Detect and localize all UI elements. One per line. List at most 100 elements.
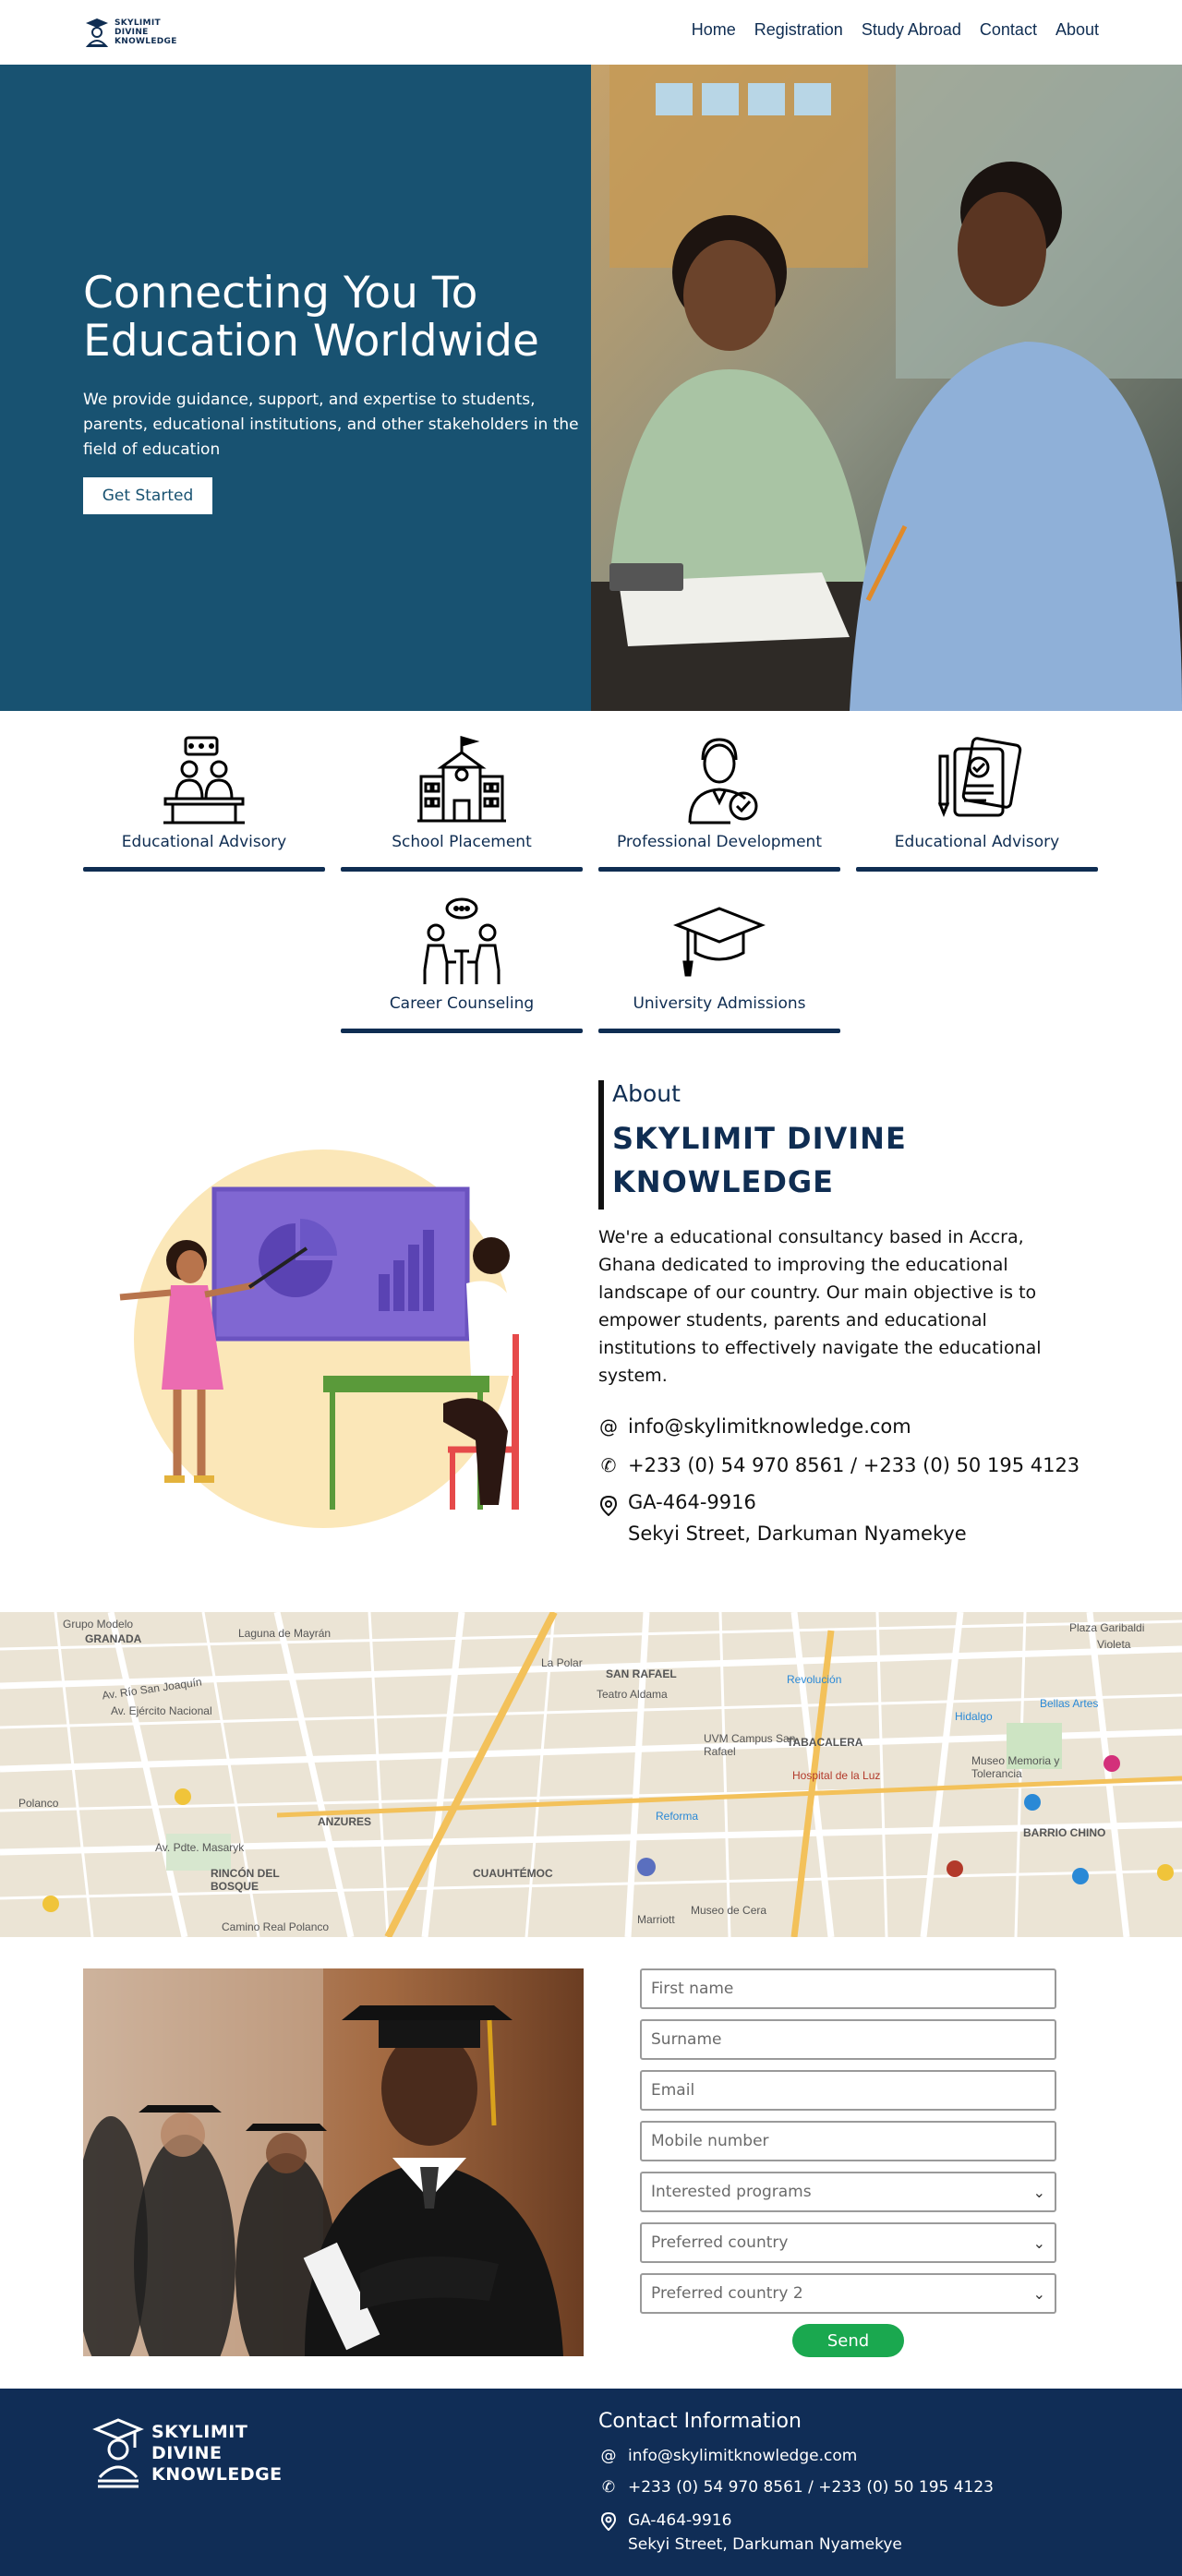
service-label: Educational Advisory (894, 833, 1060, 851)
service-university-admissions[interactable]: University Admissions (598, 896, 840, 1036)
preferred-country-select[interactable]: Preferred country ⌄ (640, 2222, 1056, 2263)
footer-phone[interactable]: ✆ +233 (0) 54 970 8561 / +233 (0) 50 195… (598, 2475, 994, 2499)
footer-address: GA-464-9916 Sekyi Street, Darkuman Nyame… (598, 2509, 902, 2557)
send-button[interactable]: Send (792, 2324, 904, 2357)
footer-address-line2: Sekyi Street, Darkuman Nyamekye (628, 2535, 902, 2554)
footer-email[interactable]: @ info@skylimitknowledge.com (598, 2444, 858, 2468)
map-label: SAN RAFAEL (606, 1667, 677, 1680)
about-phone-text: +233 (0) 54 970 8561 / +233 (0) 50 195 4… (628, 1454, 1080, 1476)
nav-about[interactable]: About (1055, 20, 1099, 40)
service-educational-advisory[interactable]: Educational Advisory (83, 734, 325, 874)
mobile-input[interactable] (651, 2132, 1045, 2150)
map-label: Av. Pdte. Masaryk (155, 1841, 245, 1854)
phone-icon: ✆ (600, 1454, 617, 1476)
nav-study-abroad[interactable]: Study Abroad (862, 20, 961, 40)
graduate-photo (83, 1968, 584, 2356)
about-title: SKYLIMIT DIVINE KNOWLEDGE (612, 1121, 907, 1199)
preferred-country-2-value: Preferred country 2 (651, 2284, 803, 2303)
site-footer: SKYLIMIT DIVINE KNOWLEDGE Contact Inform… (0, 2389, 1182, 2576)
email-field[interactable] (640, 2070, 1056, 2111)
service-underline (341, 1029, 583, 1033)
map-label: BARRIO CHINO (1023, 1826, 1106, 1839)
map-label: GRANADA (85, 1632, 142, 1645)
map-label: CUAUHTÉMOC (473, 1867, 553, 1880)
hero-section: Connecting You To Education Worldwide We… (0, 65, 1182, 711)
about-accent-bar (598, 1080, 604, 1210)
get-started-button[interactable]: Get Started (83, 477, 212, 514)
service-label: University Admissions (633, 994, 806, 1013)
interested-programs-select[interactable]: Interested programs ⌄ (640, 2172, 1056, 2212)
hero-title: Connecting You To Education Worldwide (83, 268, 539, 367)
nav-registration[interactable]: Registration (754, 20, 843, 40)
brand-logo[interactable]: SKYLIMIT DIVINE KNOWLEDGE (85, 13, 187, 52)
footer-brand-name: SKYLIMIT DIVINE KNOWLEDGE (151, 2421, 283, 2485)
surname-input[interactable] (651, 2030, 1045, 2049)
site-header: SKYLIMIT DIVINE KNOWLEDGE Home Registrat… (0, 0, 1182, 65)
map-label: Grupo Modelo (63, 1618, 134, 1631)
brand-name: SKYLIMIT DIVINE KNOWLEDGE (115, 18, 177, 46)
about-phone[interactable]: ✆ +233 (0) 54 970 8561 / +233 (0) 50 195… (598, 1450, 1080, 1481)
service-career-counseling[interactable]: Career Counseling (341, 896, 583, 1036)
footer-address-line1: GA-464-9916 (628, 2511, 732, 2530)
nav-home[interactable]: Home (692, 20, 736, 40)
service-label: Professional Development (616, 833, 822, 851)
map-label: Plaza Garibaldi (1069, 1621, 1145, 1634)
service-label: School Placement (392, 833, 532, 851)
first-name-field[interactable] (640, 1968, 1056, 2009)
map-label: Camino Real Polanco (222, 1920, 330, 1933)
map-label: Polanco (18, 1797, 59, 1810)
service-school-placement[interactable]: School Placement (341, 734, 583, 874)
at-icon: @ (599, 1415, 618, 1438)
mobile-field[interactable] (640, 2121, 1056, 2161)
surname-field[interactable] (640, 2019, 1056, 2060)
about-description: We're a educational consultancy based in… (598, 1227, 1042, 1386)
about-address-line2: Sekyi Street, Darkuman Nyamekye (628, 1523, 967, 1545)
nav-contact[interactable]: Contact (980, 20, 1037, 40)
interested-programs-value: Interested programs (651, 2183, 812, 2201)
location-map[interactable]: Grupo Modelo GRANADA Laguna de Mayrán Av… (0, 1612, 1182, 1937)
map-label: Hospital de la Luz (792, 1769, 881, 1782)
counseling-icon (423, 897, 501, 984)
main-nav: Home Registration Study Abroad Contact A… (692, 20, 1099, 40)
map-label: Teatro Aldama (597, 1688, 668, 1701)
map-label: Museo de Cera (691, 1904, 767, 1917)
email-input[interactable] (651, 2081, 1045, 2100)
map-label: Laguna de Mayrán (238, 1627, 332, 1640)
map-label: RINCÓN DEL BOSQUE (211, 1867, 280, 1893)
teacher-student-illustration (102, 1126, 545, 1542)
about-email[interactable]: @ info@skylimitknowledge.com (598, 1411, 911, 1442)
clipboard-check-icon (937, 737, 1022, 818)
map-label: Museo Memoria y Tolerancia (971, 1754, 1060, 1780)
service-educational-advisory-2[interactable]: Educational Advisory (856, 734, 1098, 874)
map-label: ANZURES (318, 1815, 372, 1828)
first-name-input[interactable] (651, 1980, 1045, 1998)
school-building-icon (417, 736, 506, 823)
footer-email-text: info@skylimitknowledge.com (628, 2447, 858, 2465)
preferred-country-2-select[interactable]: Preferred country 2 ⌄ (640, 2273, 1056, 2314)
preferred-country-value: Preferred country (651, 2233, 789, 2252)
service-underline (598, 867, 840, 872)
service-underline (83, 867, 325, 872)
map-label: Reforma (656, 1810, 699, 1823)
graduation-cap-icon (673, 907, 766, 977)
footer-logo[interactable]: SKYLIMIT DIVINE KNOWLEDGE (92, 2416, 283, 2490)
map-label: Revolución (787, 1673, 842, 1686)
service-professional-development[interactable]: Professional Development (598, 734, 840, 874)
service-label: Educational Advisory (121, 833, 287, 851)
map-label: Violeta (1097, 1638, 1131, 1651)
map-label: La Polar (541, 1656, 583, 1669)
about-kicker: About (612, 1080, 681, 1107)
professional-badge-icon (688, 738, 758, 825)
about-address-line1: GA-464-9916 (628, 1491, 756, 1513)
map-label: Hidalgo (955, 1710, 993, 1723)
phone-icon: ✆ (601, 2478, 616, 2497)
map-label: Bellas Artes (1040, 1697, 1099, 1710)
graduate-logo-icon (92, 2418, 144, 2488)
footer-phone-text: +233 (0) 54 970 8561 / +233 (0) 50 195 4… (628, 2478, 994, 2497)
location-pin-icon (598, 1487, 619, 1549)
footer-contact-title: Contact Information (598, 2410, 802, 2433)
service-underline (341, 867, 583, 872)
map-label: Marriott (637, 1913, 675, 1926)
service-underline (598, 1029, 840, 1033)
chevron-down-icon: ⌄ (1032, 2284, 1045, 2303)
